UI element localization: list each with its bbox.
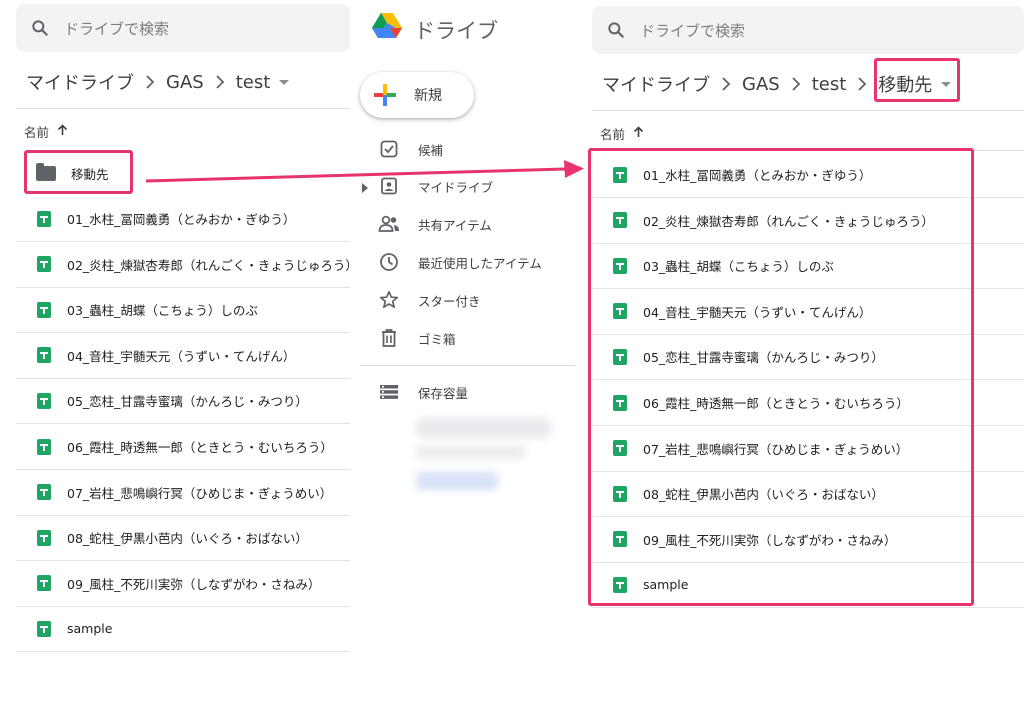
spreadsheet-icon (37, 210, 51, 227)
nav-label: マイドライブ (418, 179, 494, 195)
file-row[interactable]: 07_岩柱_悲鳴嶼行冥（ひめじま・ぎょうめい） (16, 470, 350, 516)
nav-label: ゴミ箱 (418, 331, 456, 347)
divider (360, 365, 575, 366)
spreadsheet-icon (37, 392, 51, 409)
nav-item-shared[interactable]: 共有アイテム (360, 205, 575, 243)
search-bar-right[interactable]: ドライブで検索 (592, 6, 1024, 54)
search-input[interactable]: ドライブで検索 (64, 18, 169, 39)
file-name: sample (67, 621, 113, 637)
spreadsheet-icon (37, 438, 51, 455)
spreadsheet-icon (37, 301, 51, 318)
file-name: 04_音柱_宇髄天元（うずい・てんげん） (67, 348, 296, 364)
nav-item-suggestions[interactable]: 候補 (360, 130, 575, 168)
expand-arrow-icon[interactable] (362, 181, 368, 196)
storage-usage-blurred (416, 418, 551, 438)
people-icon (360, 215, 418, 233)
chevron-right-icon (145, 75, 155, 89)
file-name: 02_炎柱_煉獄杏寿郎（れんごく・きょうじゅろう） (67, 257, 350, 273)
nav-label: 最近使用したアイテム (418, 255, 542, 271)
nav-item-starred[interactable]: スター付き (360, 281, 575, 319)
app-title: ドライブ (414, 19, 498, 43)
nav-item-recent[interactable]: 最近使用したアイテム (360, 243, 575, 281)
file-name: 06_霞柱_時透無一郎（ときとう・むいちろう） (67, 440, 333, 455)
drive-logo[interactable] (370, 10, 404, 48)
file-row[interactable]: 08_蛇柱_伊黒小芭内（いぐろ・おばない） (16, 515, 350, 562)
nav-item-my-drive[interactable]: マイドライブ (360, 167, 575, 205)
breadcrumb-item[interactable]: マイドライブ (26, 69, 134, 95)
arrow-up-icon[interactable] (57, 124, 68, 139)
search-input[interactable]: ドライブで検索 (640, 20, 745, 41)
drive-logo-icon (372, 13, 402, 38)
spreadsheet-icon (37, 529, 51, 546)
breadcrumb-current[interactable]: test (236, 72, 271, 93)
chevron-right-icon (215, 75, 225, 89)
nav-label: 保存容量 (418, 385, 469, 401)
spreadsheet-icon (37, 256, 51, 273)
nav-label: スター付き (418, 293, 481, 309)
file-row[interactable]: 01_水柱_冨岡義勇（とみおか・ぎゆう） (16, 196, 350, 242)
caret-down-icon[interactable] (279, 79, 290, 85)
chevron-right-icon (721, 77, 731, 91)
file-name: 07_岩柱_悲鳴嶼行冥（ひめじま・ぎょうめい） (67, 485, 333, 501)
breadcrumb-left: マイドライブ GAS test (26, 62, 290, 102)
file-name: 08_蛇柱_伊黒小芭内（いぐろ・おばない） (67, 531, 308, 547)
storage-icon (360, 384, 418, 400)
file-row[interactable]: 02_炎柱_煉獄杏寿郎（れんごく・きょうじゅろう） (16, 242, 350, 288)
divider (592, 110, 1024, 111)
file-row[interactable]: 03_蟲柱_胡蝶（こちょう）しのぶ (16, 287, 350, 334)
search-icon (30, 18, 50, 38)
spreadsheet-icon (37, 620, 51, 637)
column-header-name[interactable]: 名前 (600, 124, 644, 143)
file-row[interactable]: 05_恋柱_甘露寺蜜璃（かんろじ・みつり） (16, 378, 350, 425)
column-header-name[interactable]: 名前 (24, 122, 68, 141)
spreadsheet-icon (37, 347, 51, 364)
star-icon (360, 290, 418, 310)
arrow-up-icon[interactable] (633, 126, 644, 141)
new-button[interactable]: 新規 (360, 72, 474, 118)
nav-item-trash[interactable]: ゴミ箱 (360, 319, 575, 357)
search-icon (606, 20, 626, 40)
file-row[interactable]: 04_音柱_宇髄天元（うずい・てんげん） (16, 333, 350, 379)
file-row[interactable]: sample (16, 606, 350, 653)
file-name: 05_恋柱_甘露寺蜜璃（かんろじ・みつり） (67, 394, 308, 410)
breadcrumb-item[interactable]: GAS (166, 72, 204, 93)
file-name: 01_水柱_冨岡義勇（とみおか・ぎゆう） (67, 212, 296, 227)
nav-label: 候補 (418, 142, 444, 158)
spreadsheet-icon (37, 484, 51, 501)
nav-item-storage[interactable]: 保存容量 (360, 373, 575, 411)
column-name-label: 名前 (24, 125, 50, 140)
breadcrumb-item[interactable]: test (812, 74, 847, 95)
new-button-label: 新規 (414, 88, 442, 104)
folder-highlight (24, 150, 133, 194)
breadcrumb-highlight (874, 58, 960, 102)
file-name: 09_風柱_不死川実弥（しなずがわ・さねみ） (67, 576, 321, 592)
breadcrumb-item[interactable]: マイドライブ (602, 71, 710, 97)
divider (16, 108, 350, 109)
my-drive-icon (360, 177, 418, 195)
plus-icon (374, 84, 396, 106)
buy-storage-blurred (416, 472, 498, 490)
check-box-icon (360, 140, 418, 158)
file-row[interactable]: 06_霞柱_時透無一郎（ときとう・むいちろう） (16, 424, 350, 470)
trash-icon (360, 328, 418, 348)
chevron-right-icon (791, 77, 801, 91)
breadcrumb-item[interactable]: GAS (742, 74, 780, 95)
column-name-label: 名前 (600, 127, 626, 142)
chevron-right-icon (857, 77, 867, 91)
clock-icon (360, 252, 418, 272)
search-bar-left[interactable]: ドライブで検索 (16, 4, 350, 52)
moved-files-highlight (588, 148, 974, 606)
nav-label: 共有アイテム (418, 217, 492, 233)
file-name: 03_蟲柱_胡蝶（こちょう）しのぶ (67, 303, 258, 319)
spreadsheet-icon (37, 575, 51, 592)
file-row[interactable]: 09_風柱_不死川実弥（しなずがわ・さねみ） (16, 561, 350, 607)
storage-usage-blurred (416, 446, 526, 458)
